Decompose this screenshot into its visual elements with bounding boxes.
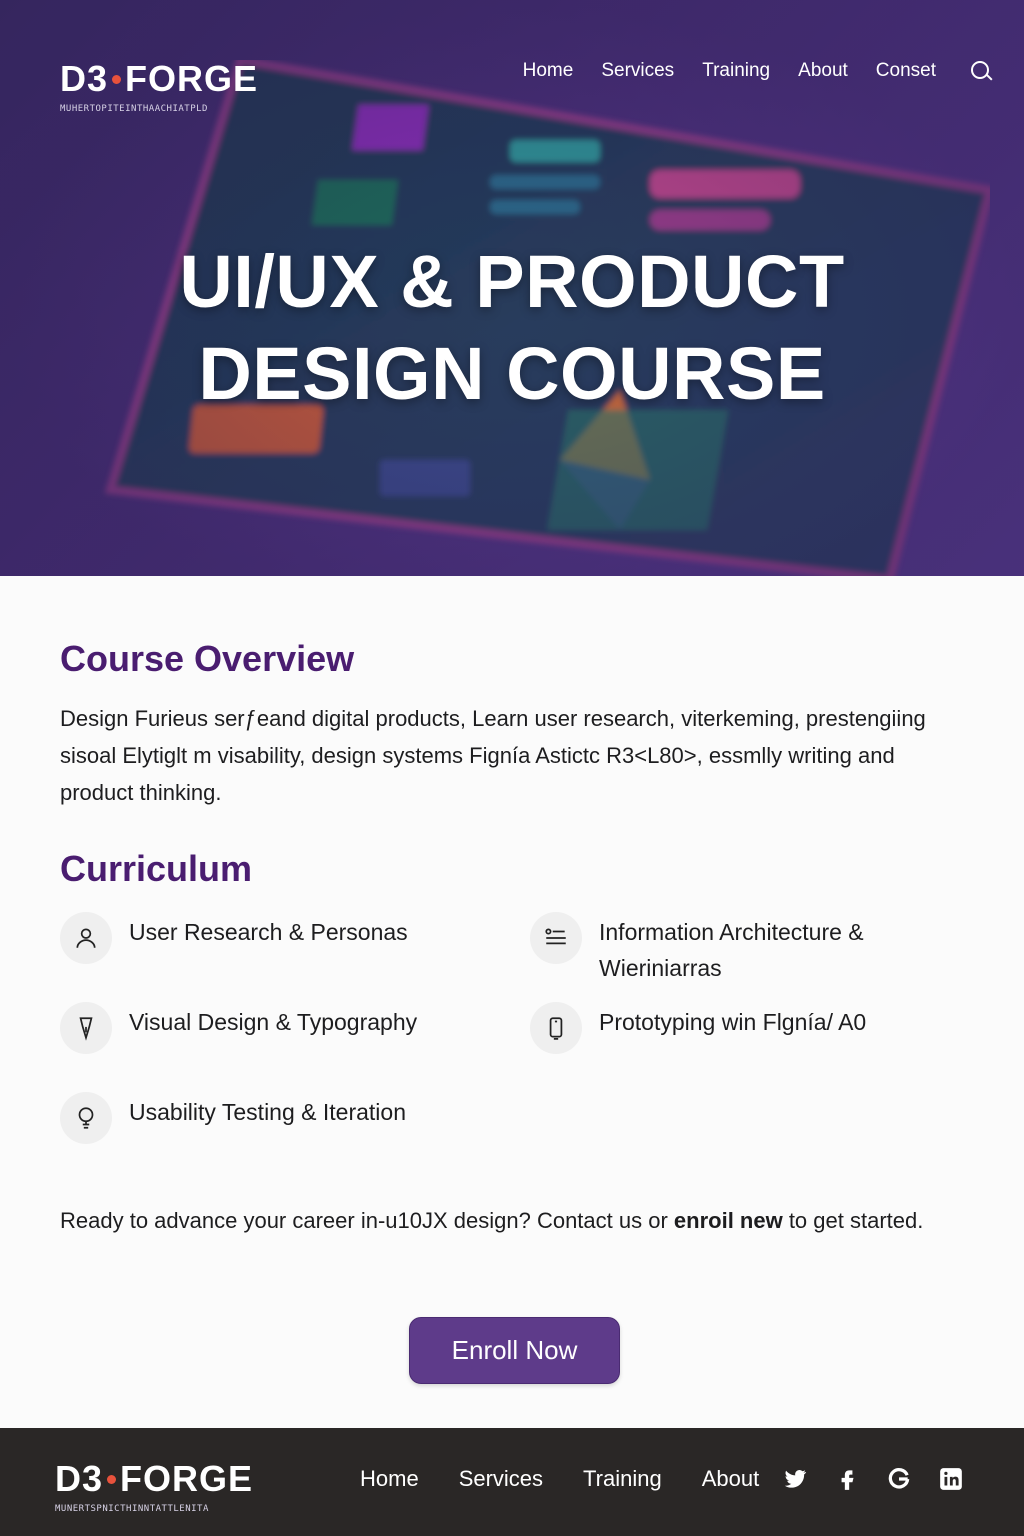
- curriculum-item: Information Architecture & Wieriniarras: [530, 912, 900, 986]
- footer-nav-home[interactable]: Home: [360, 1466, 419, 1492]
- linkedin-icon[interactable]: [938, 1466, 964, 1492]
- footer-logo-dot: [107, 1474, 117, 1484]
- footer-navigation: Home Services Training About: [360, 1466, 799, 1492]
- footer-logo: D3 FORGE: [55, 1458, 253, 1500]
- twitter-icon[interactable]: [782, 1466, 808, 1492]
- header-brand[interactable]: D3 FORGE MUHERTOPITEINTHAACHIATPLD: [60, 58, 258, 114]
- brand-tagline: MUHERTOPITEINTHAACHIATPLD: [60, 104, 208, 114]
- hero-title: UI/UX & PRODUCT DESIGN COURSE: [0, 236, 1024, 420]
- overview-heading: Course Overview: [60, 638, 355, 679]
- cta-text: Ready to advance your career in-u10JX de…: [60, 1202, 940, 1239]
- curriculum-item-label: Prototyping win Flgnía/ A0: [599, 1009, 867, 1035]
- nav-about[interactable]: About: [798, 60, 848, 82]
- cta-text-before: Ready to advance your career in-u10JX de…: [60, 1208, 674, 1233]
- nav-home[interactable]: Home: [523, 60, 574, 82]
- footer-tagline: MUNERTSPNICTHINNTATTLENITA: [55, 1504, 209, 1514]
- curriculum-item-label: User Research & Personas: [129, 919, 408, 945]
- curriculum-item-label: Information Architecture & Wieriniarras: [599, 919, 864, 981]
- hero-title-line-1: UI/UX & PRODUCT: [179, 240, 845, 323]
- curriculum-item: Prototyping win Flgnía/ A0: [530, 1002, 910, 1054]
- footer-brand[interactable]: D3 FORGE MUNERTSPNICTHINNTATTLENITA: [55, 1458, 253, 1514]
- nav-contact[interactable]: Conset: [876, 60, 936, 82]
- curriculum-item-label: Usability Testing & Iteration: [129, 1099, 406, 1125]
- hero-banner: D3 FORGE MUHERTOPITEINTHAACHIATPLD Home …: [0, 0, 1024, 576]
- social-links: [756, 1466, 964, 1492]
- curriculum-heading: Curriculum: [60, 848, 253, 889]
- facebook-icon[interactable]: [834, 1466, 860, 1492]
- footer-logo-text-left: D3: [55, 1458, 104, 1499]
- brand-logo: D3 FORGE: [60, 58, 258, 100]
- curriculum-item: User Research & Personas: [60, 912, 480, 964]
- curriculum-item: Usability Testing & Iteration: [60, 1092, 500, 1144]
- mobile-icon: [530, 1002, 582, 1054]
- logo-text-left: D3: [60, 58, 109, 99]
- footer-nav-services[interactable]: Services: [459, 1466, 543, 1492]
- footer-nav-training[interactable]: Training: [583, 1466, 662, 1492]
- google-icon[interactable]: [886, 1466, 912, 1492]
- logo-dot: [112, 74, 122, 84]
- cta-text-bold[interactable]: enroil new: [674, 1208, 783, 1233]
- enroll-now-button[interactable]: Enroll Now: [409, 1317, 620, 1384]
- overview-text: Design Furieus serƒeand digital products…: [60, 706, 926, 805]
- curriculum-item: Visual Design & Typography: [60, 1002, 500, 1054]
- top-navigation: Home Services Training About Conset: [495, 60, 992, 82]
- footer-nav-about[interactable]: About: [702, 1466, 760, 1492]
- nav-services[interactable]: Services: [601, 60, 674, 82]
- search-icon[interactable]: [970, 60, 992, 82]
- footer-logo-text-right: FORGE: [120, 1458, 254, 1499]
- curriculum-item-label: Visual Design & Typography: [129, 1009, 418, 1035]
- lightbulb-icon: [60, 1092, 112, 1144]
- logo-text-right: FORGE: [125, 58, 259, 99]
- cta-text-after: to get started.: [782, 1208, 924, 1233]
- person-icon: [60, 912, 112, 964]
- hero-title-line-2: DESIGN COURSE: [198, 332, 826, 415]
- nav-training[interactable]: Training: [702, 60, 770, 82]
- pen-nib-icon: [60, 1002, 112, 1054]
- footer: D3 FORGE MUNERTSPNICTHINNTATTLENITA Home…: [0, 1428, 1024, 1536]
- sitemap-icon: [530, 912, 582, 964]
